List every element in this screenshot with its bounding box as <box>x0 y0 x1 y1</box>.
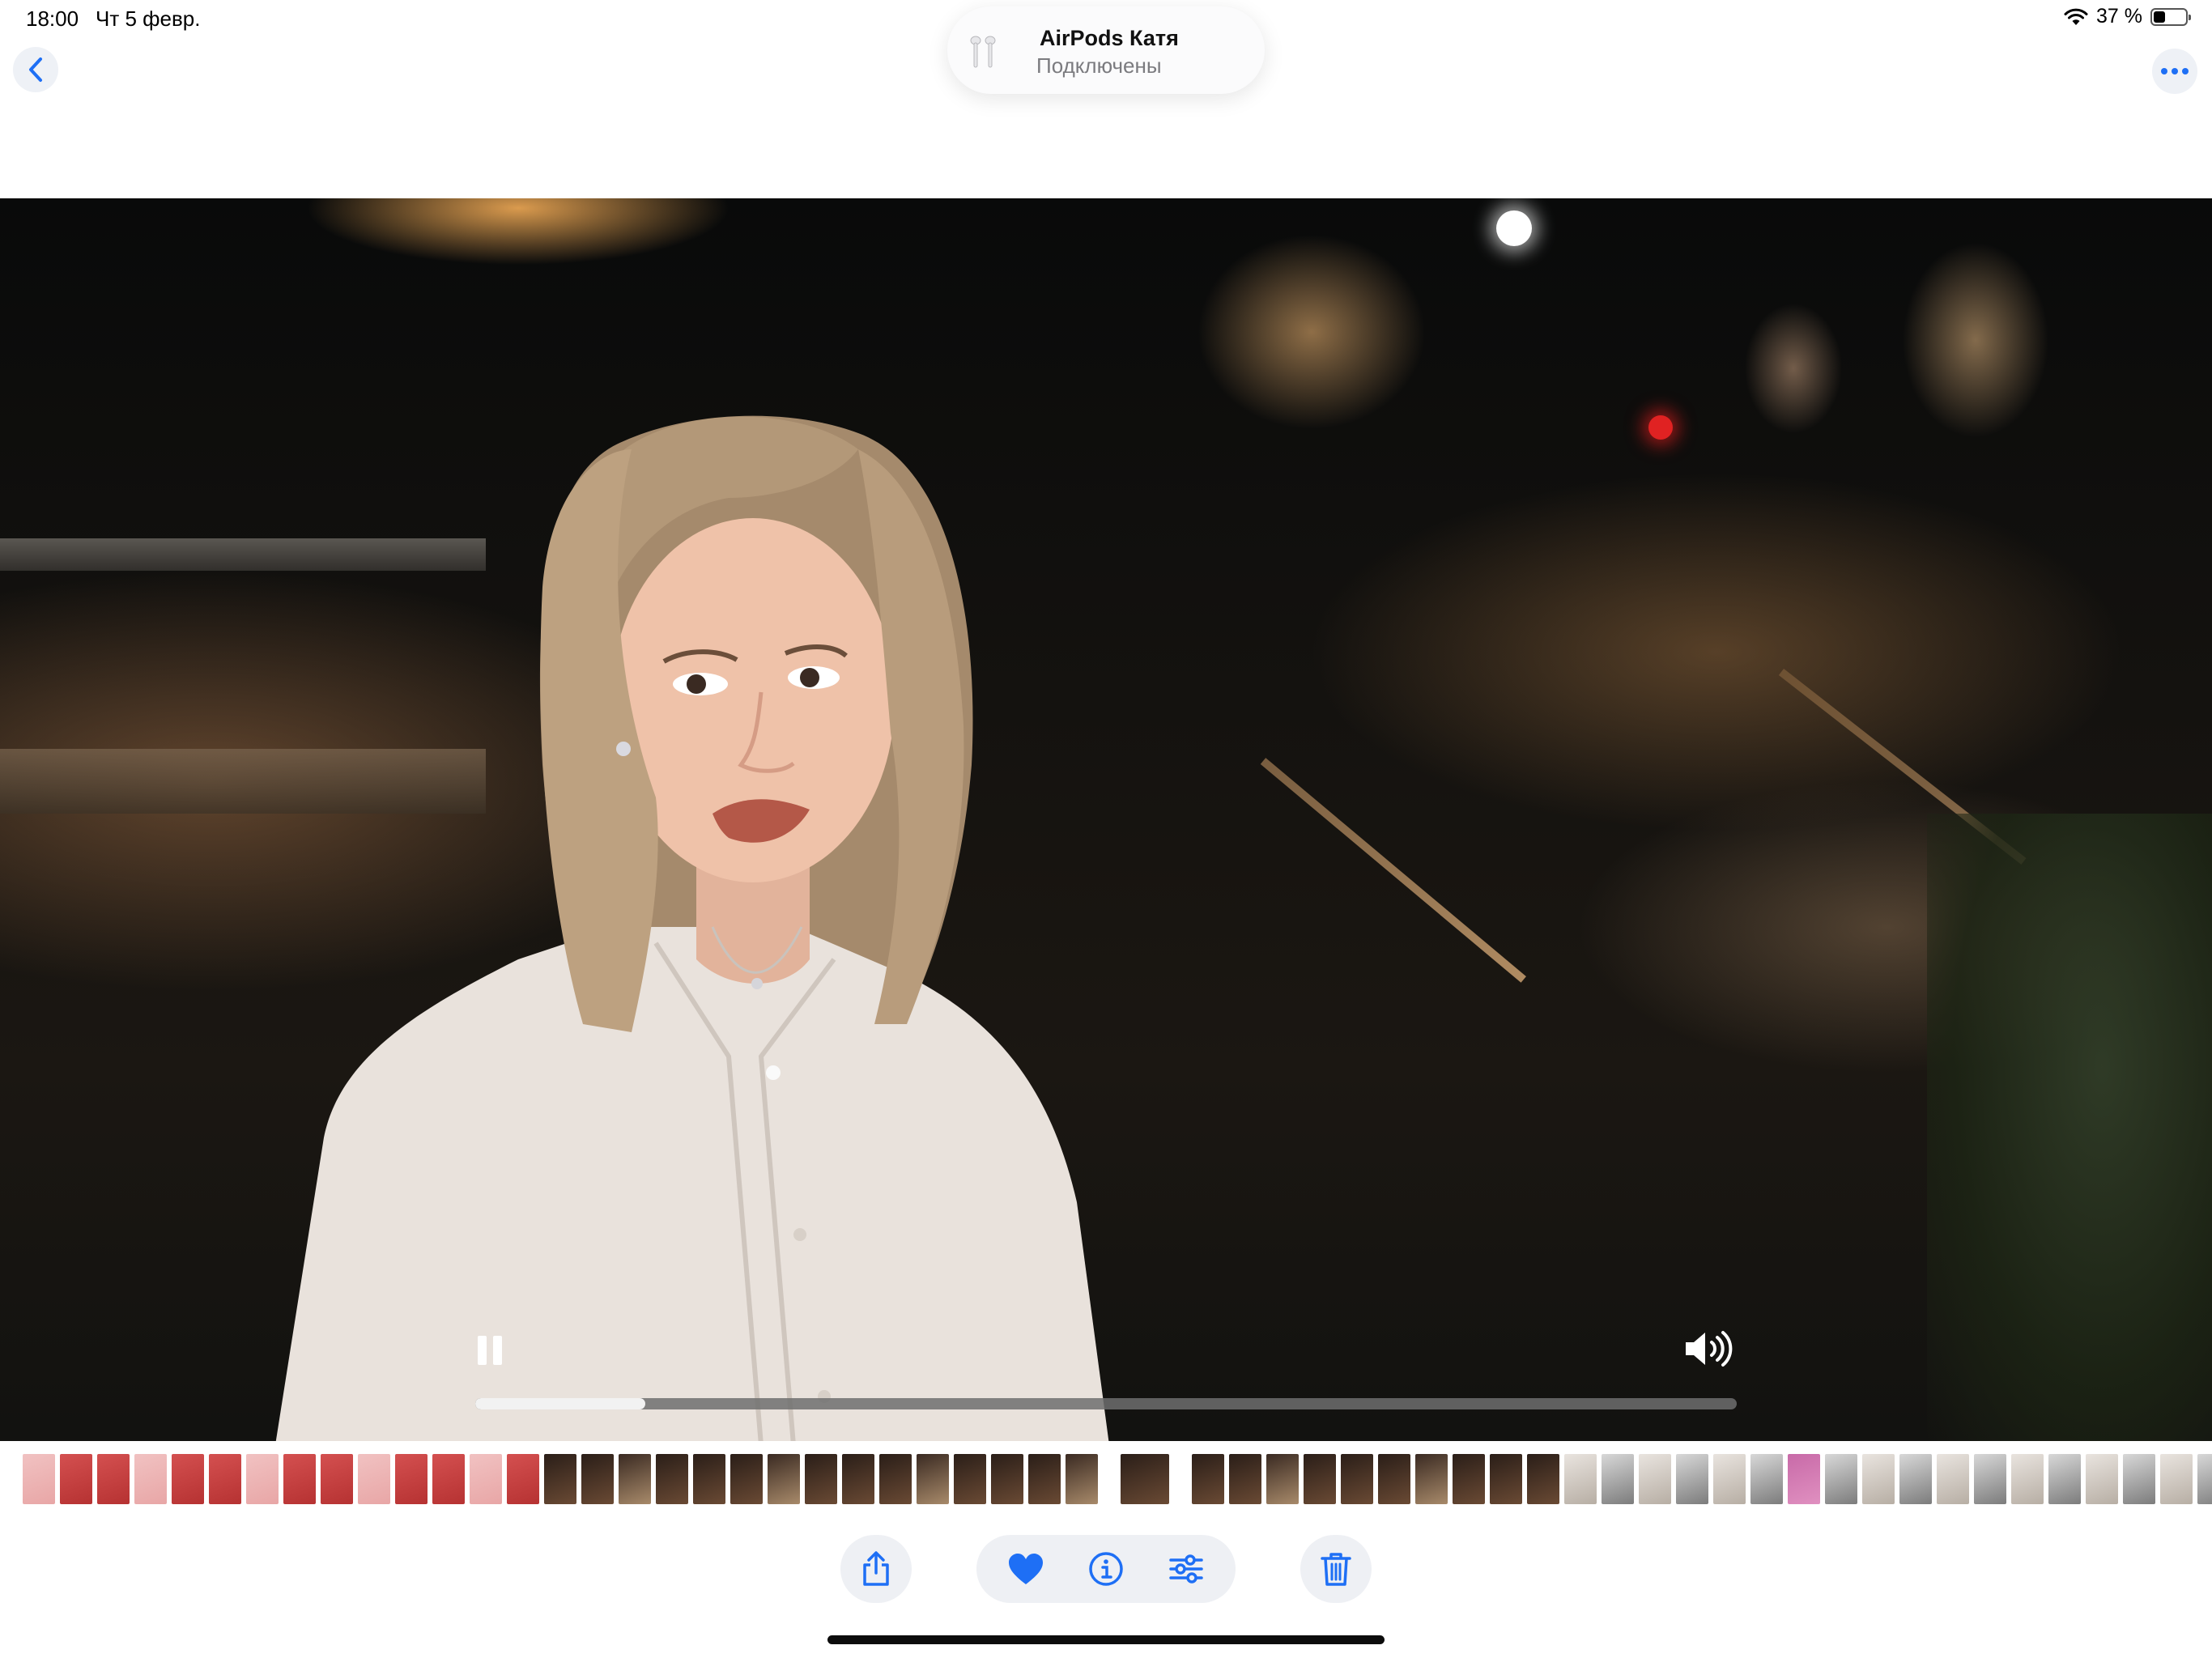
status-time: 18:00 <box>26 6 79 31</box>
background-lamp <box>1496 210 1532 246</box>
thumbnail[interactable] <box>1825 1454 1857 1504</box>
thumbnail[interactable] <box>97 1454 130 1504</box>
thumbnail-strip[interactable] <box>0 1454 2212 1507</box>
thumbnail[interactable] <box>693 1454 725 1504</box>
playback-scrubber[interactable] <box>475 1398 1737 1409</box>
back-button[interactable] <box>13 47 58 92</box>
thumbnail[interactable] <box>1415 1454 1448 1504</box>
thumbnail[interactable] <box>991 1454 1023 1504</box>
thumbnail[interactable] <box>656 1454 688 1504</box>
pause-icon <box>493 1336 502 1365</box>
sliders-icon <box>1168 1554 1203 1584</box>
heart-icon <box>1009 1554 1044 1584</box>
thumbnail[interactable] <box>321 1454 353 1504</box>
thumbnail[interactable] <box>842 1454 874 1504</box>
thumbnail[interactable] <box>730 1454 763 1504</box>
battery-level-fill <box>2154 11 2166 23</box>
thumbnail[interactable] <box>544 1454 576 1504</box>
thumbnail[interactable] <box>507 1454 539 1504</box>
thumbnail[interactable] <box>917 1454 949 1504</box>
background-plant <box>1927 814 2212 1441</box>
thumbnail[interactable] <box>1788 1454 1820 1504</box>
thumbnail[interactable] <box>619 1454 651 1504</box>
status-date: Чт 5 февр. <box>96 6 201 31</box>
thumbnail[interactable] <box>1862 1454 1895 1504</box>
thumbnail[interactable] <box>1899 1454 1932 1504</box>
thumbnail[interactable] <box>2197 1454 2212 1504</box>
share-icon <box>863 1551 889 1586</box>
thumbnail[interactable] <box>1713 1454 1746 1504</box>
thumbnail[interactable] <box>1028 1454 1061 1504</box>
thumbnail[interactable] <box>23 1454 55 1504</box>
airpods-icon <box>970 36 996 68</box>
battery-icon <box>2150 7 2191 26</box>
airpods-title: AirPods Катя <box>1040 26 1179 50</box>
thumbnail[interactable] <box>60 1454 92 1504</box>
thumbnail[interactable] <box>470 1454 502 1504</box>
thumbnail[interactable] <box>1229 1454 1261 1504</box>
thumbnail[interactable] <box>581 1454 614 1504</box>
battery-percent: 37 % <box>2096 5 2142 28</box>
thumbnail[interactable] <box>172 1454 204 1504</box>
status-right: 37 % <box>2064 5 2191 28</box>
thumbnail[interactable] <box>1750 1454 1783 1504</box>
thumbnail[interactable] <box>1676 1454 1708 1504</box>
thumbnail[interactable] <box>2160 1454 2193 1504</box>
thumbnail-selected[interactable] <box>1121 1454 1169 1504</box>
favorite-button[interactable] <box>1007 1550 1044 1588</box>
pause-button[interactable] <box>478 1336 502 1365</box>
thumbnail[interactable] <box>2086 1454 2118 1504</box>
thumbnail[interactable] <box>1453 1454 1485 1504</box>
thumbnail[interactable] <box>2048 1454 2081 1504</box>
background-railing <box>1260 758 1526 983</box>
speaker-wave-icon[interactable] <box>1682 1328 1734 1370</box>
thumbnail[interactable] <box>1066 1454 1098 1504</box>
thumbnail[interactable] <box>395 1454 428 1504</box>
chevron-left-icon <box>29 57 42 82</box>
home-indicator[interactable] <box>827 1635 1385 1644</box>
thumbnail[interactable] <box>1527 1454 1559 1504</box>
thumbnail[interactable] <box>1639 1454 1671 1504</box>
thumbnail[interactable] <box>134 1454 167 1504</box>
thumbnail[interactable] <box>1937 1454 1969 1504</box>
thumbnail[interactable] <box>209 1454 241 1504</box>
thumbnail[interactable] <box>805 1454 837 1504</box>
thumbnail[interactable] <box>2011 1454 2044 1504</box>
more-button[interactable] <box>2152 49 2197 94</box>
background-red-light <box>1648 415 1673 440</box>
thumbnail[interactable] <box>1192 1454 1224 1504</box>
info-icon <box>1089 1552 1123 1586</box>
airpods-subtitle: Подключены <box>1036 53 1162 78</box>
thumbnail[interactable] <box>246 1454 279 1504</box>
pause-icon <box>478 1336 487 1365</box>
action-group <box>976 1535 1236 1603</box>
thumbnail[interactable] <box>1564 1454 1597 1504</box>
thumbnail[interactable] <box>879 1454 912 1504</box>
delete-button[interactable] <box>1300 1535 1372 1603</box>
thumbnail[interactable] <box>1974 1454 2006 1504</box>
thumbnail[interactable] <box>283 1454 316 1504</box>
thumbnail[interactable] <box>1266 1454 1299 1504</box>
trash-icon <box>1321 1553 1351 1586</box>
thumbnail[interactable] <box>1378 1454 1410 1504</box>
thumbnail[interactable] <box>768 1454 800 1504</box>
thumbnail[interactable] <box>1341 1454 1373 1504</box>
thumbnail[interactable] <box>1602 1454 1634 1504</box>
video-player[interactable] <box>0 198 2212 1441</box>
thumbnail[interactable] <box>432 1454 465 1504</box>
wifi-icon <box>2064 8 2088 25</box>
thumbnail[interactable] <box>954 1454 986 1504</box>
airpods-banner[interactable]: AirPods Катя Подключены <box>947 6 1265 94</box>
thumbnail[interactable] <box>1490 1454 1522 1504</box>
adjust-button[interactable] <box>1168 1550 1205 1588</box>
thumbnail[interactable] <box>358 1454 390 1504</box>
ellipsis-icon <box>2161 68 2189 74</box>
info-button[interactable] <box>1087 1550 1125 1588</box>
thumbnail[interactable] <box>2123 1454 2155 1504</box>
video-subject-woman <box>275 415 1109 1441</box>
thumbnail[interactable] <box>1304 1454 1336 1504</box>
playback-progress-fill <box>475 1398 646 1409</box>
share-button[interactable] <box>840 1535 912 1603</box>
